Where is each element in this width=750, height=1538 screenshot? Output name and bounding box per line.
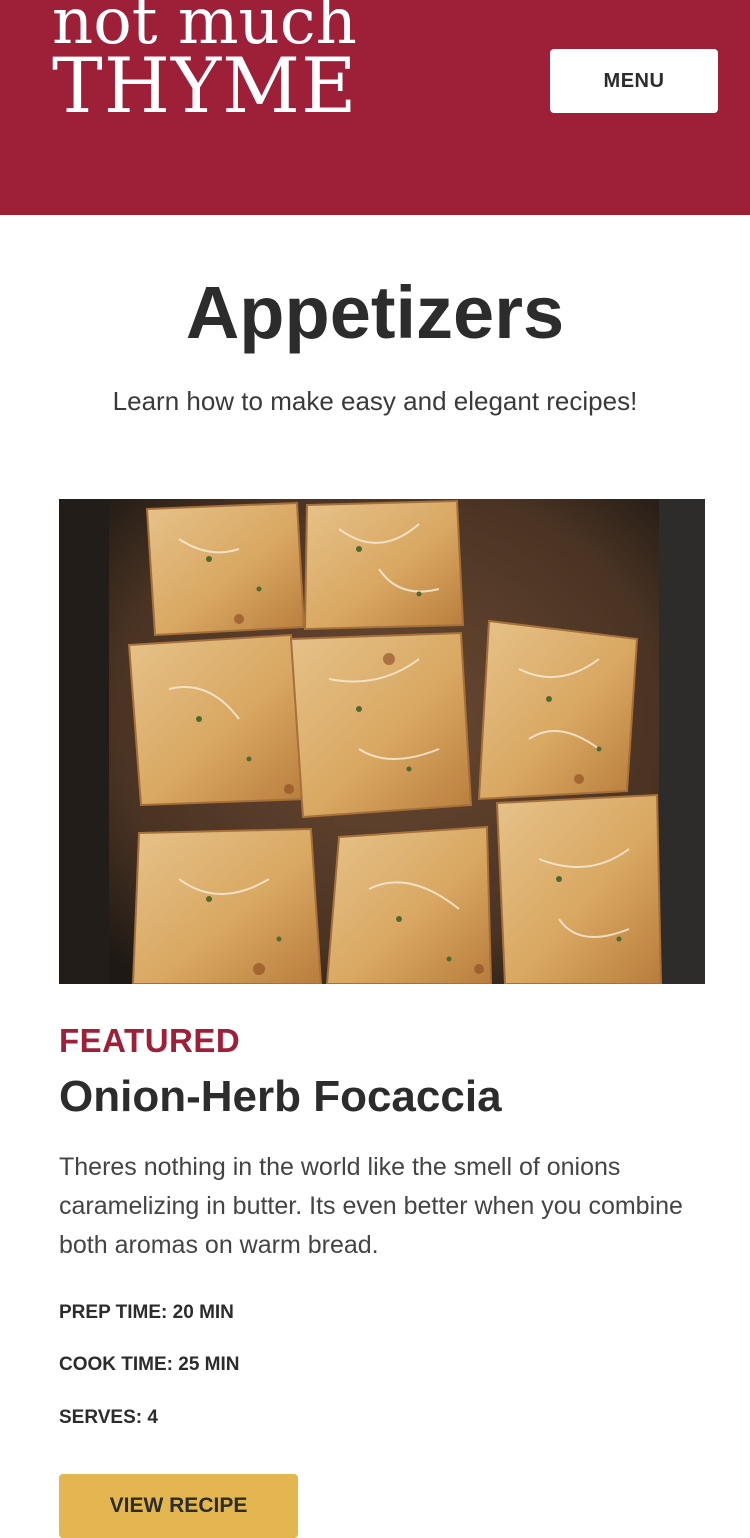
prep-time: PREP TIME: 20 MIN <box>59 1302 234 1323</box>
cook-time: COOK TIME: 25 MIN <box>59 1354 240 1375</box>
serves: SERVES: 4 <box>59 1407 158 1428</box>
view-recipe-button[interactable]: VIEW RECIPE <box>59 1474 298 1538</box>
menu-button[interactable]: MENU <box>550 49 718 113</box>
recipe-description: Theres nothing in the world like the sme… <box>59 1153 683 1259</box>
recipe-title[interactable]: Onion-Herb Focaccia <box>59 1072 502 1122</box>
site-logo[interactable]: not much THYME <box>52 0 357 124</box>
featured-recipe-image[interactable] <box>59 499 705 984</box>
logo-line-2: THYME <box>52 41 358 130</box>
page-subtitle: Learn how to make easy and elegant recip… <box>112 386 638 416</box>
page-title: Appetizers <box>185 271 565 354</box>
featured-label: FEATURED <box>59 1022 241 1059</box>
site-header: not much THYME MENU <box>0 0 750 215</box>
